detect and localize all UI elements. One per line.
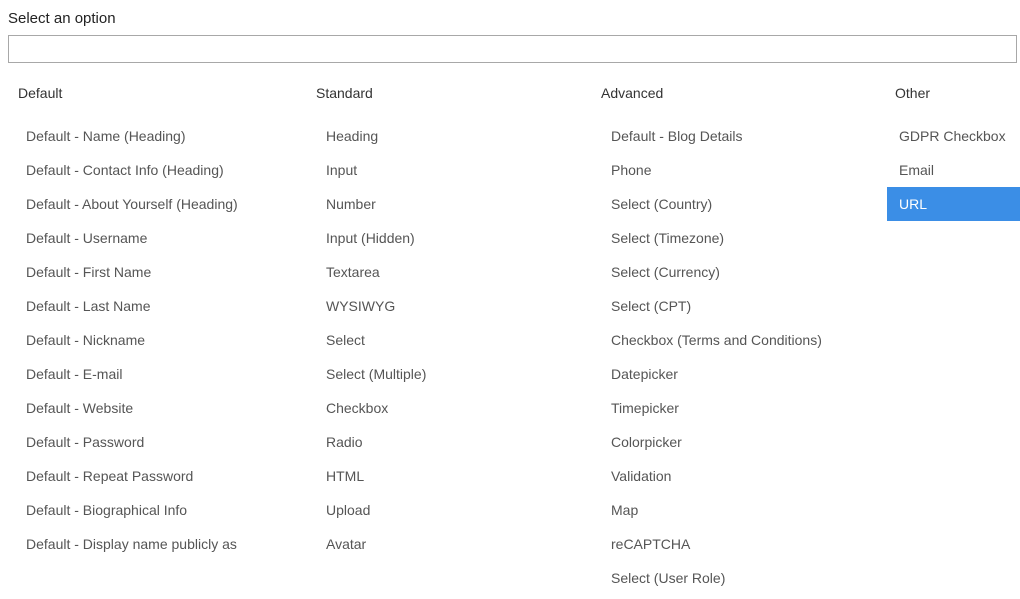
dialog-title: Select an option (0, 0, 1020, 35)
option-standard-input[interactable]: Input (298, 153, 593, 187)
option-default-website[interactable]: Default - Website (18, 391, 298, 425)
column-header-advanced: Advanced (593, 85, 887, 101)
option-advanced-validation[interactable]: Validation (593, 459, 887, 493)
option-default-contact-info-heading[interactable]: Default - Contact Info (Heading) (18, 153, 298, 187)
option-advanced-datepicker[interactable]: Datepicker (593, 357, 887, 391)
column-standard: Standard Heading Input Number Input (Hid… (298, 85, 593, 595)
option-other-email[interactable]: Email (887, 153, 1020, 187)
option-picker: Select an option Default Default - Name … (0, 0, 1020, 599)
search-input[interactable] (8, 35, 1017, 63)
column-default: Default Default - Name (Heading) Default… (0, 85, 298, 595)
option-default-nickname[interactable]: Default - Nickname (18, 323, 298, 357)
option-default-name-heading[interactable]: Default - Name (Heading) (18, 119, 298, 153)
option-standard-textarea[interactable]: Textarea (298, 255, 593, 289)
option-default-password[interactable]: Default - Password (18, 425, 298, 459)
option-default-email[interactable]: Default - E-mail (18, 357, 298, 391)
option-standard-upload[interactable]: Upload (298, 493, 593, 527)
option-advanced-colorpicker[interactable]: Colorpicker (593, 425, 887, 459)
option-standard-avatar[interactable]: Avatar (298, 527, 593, 561)
option-default-repeat-password[interactable]: Default - Repeat Password (18, 459, 298, 493)
option-other-gdpr-checkbox[interactable]: GDPR Checkbox (887, 119, 1020, 153)
option-standard-html[interactable]: HTML (298, 459, 593, 493)
columns: Default Default - Name (Heading) Default… (0, 85, 1020, 595)
option-advanced-blog-details[interactable]: Default - Blog Details (593, 119, 887, 153)
option-standard-number[interactable]: Number (298, 187, 593, 221)
option-advanced-select-user-role[interactable]: Select (User Role) (593, 561, 887, 595)
option-standard-input-hidden[interactable]: Input (Hidden) (298, 221, 593, 255)
option-advanced-phone[interactable]: Phone (593, 153, 887, 187)
option-default-display-name-publicly-as[interactable]: Default - Display name publicly as (18, 527, 298, 561)
column-other: Other GDPR Checkbox Email URL (887, 85, 1020, 595)
option-standard-radio[interactable]: Radio (298, 425, 593, 459)
option-default-about-yourself-heading[interactable]: Default - About Yourself (Heading) (18, 187, 298, 221)
option-standard-select-multiple[interactable]: Select (Multiple) (298, 357, 593, 391)
option-advanced-select-timezone[interactable]: Select (Timezone) (593, 221, 887, 255)
option-advanced-select-country[interactable]: Select (Country) (593, 187, 887, 221)
option-default-last-name[interactable]: Default - Last Name (18, 289, 298, 323)
option-advanced-recaptcha[interactable]: reCAPTCHA (593, 527, 887, 561)
option-standard-checkbox[interactable]: Checkbox (298, 391, 593, 425)
option-advanced-select-cpt[interactable]: Select (CPT) (593, 289, 887, 323)
column-advanced: Advanced Default - Blog Details Phone Se… (593, 85, 887, 595)
column-header-standard: Standard (298, 85, 593, 101)
column-header-default: Default (18, 85, 298, 101)
option-advanced-checkbox-terms[interactable]: Checkbox (Terms and Conditions) (593, 323, 887, 357)
column-header-other: Other (887, 85, 1020, 101)
option-default-biographical-info[interactable]: Default - Biographical Info (18, 493, 298, 527)
option-default-username[interactable]: Default - Username (18, 221, 298, 255)
option-default-first-name[interactable]: Default - First Name (18, 255, 298, 289)
option-other-url[interactable]: URL (887, 187, 1020, 221)
option-standard-heading[interactable]: Heading (298, 119, 593, 153)
option-standard-select[interactable]: Select (298, 323, 593, 357)
search-wrap (0, 35, 1020, 63)
option-advanced-timepicker[interactable]: Timepicker (593, 391, 887, 425)
option-advanced-select-currency[interactable]: Select (Currency) (593, 255, 887, 289)
option-standard-wysiwyg[interactable]: WYSIWYG (298, 289, 593, 323)
option-advanced-map[interactable]: Map (593, 493, 887, 527)
